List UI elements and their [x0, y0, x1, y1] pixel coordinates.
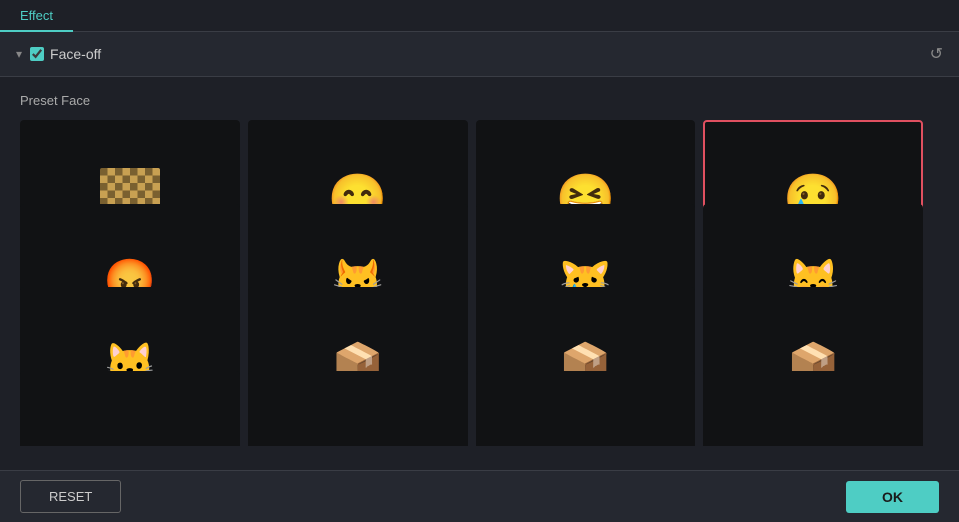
emoji-cell-13[interactable]: 😈 — [248, 371, 468, 447]
refresh-icon[interactable]: ↺ — [930, 44, 943, 64]
preset-face-label: Preset Face — [20, 93, 939, 108]
chevron-down-icon[interactable]: ▾ — [16, 47, 22, 61]
tab-effect[interactable]: Effect — [0, 0, 73, 32]
footer: RESET OK — [0, 470, 959, 522]
face-off-checkbox[interactable] — [30, 47, 44, 61]
face-off-label: Face-off — [50, 46, 101, 62]
header-left: ▾ Face-off — [16, 46, 101, 62]
main-content: Preset Face 😊 😆 😢 😡 😾 — [0, 77, 959, 463]
face-off-checkbox-wrapper[interactable]: Face-off — [30, 46, 101, 62]
section-header: ▾ Face-off ↺ — [0, 32, 959, 77]
reset-button[interactable]: RESET — [20, 480, 121, 513]
emoji-cell-15[interactable]: 🐰 — [703, 371, 923, 447]
ok-button[interactable]: OK — [846, 481, 939, 513]
grid-scroll-wrapper: 😊 😆 😢 😡 😾 😿 😽 🐱 — [20, 120, 939, 446]
emoji-grid: 😊 😆 😢 😡 😾 😿 😽 🐱 — [20, 120, 939, 446]
emoji-cell-14[interactable]: 🦁 — [476, 371, 696, 447]
emoji-cell-12[interactable]: 🟫 — [20, 371, 240, 447]
tab-bar: Effect — [0, 0, 959, 32]
